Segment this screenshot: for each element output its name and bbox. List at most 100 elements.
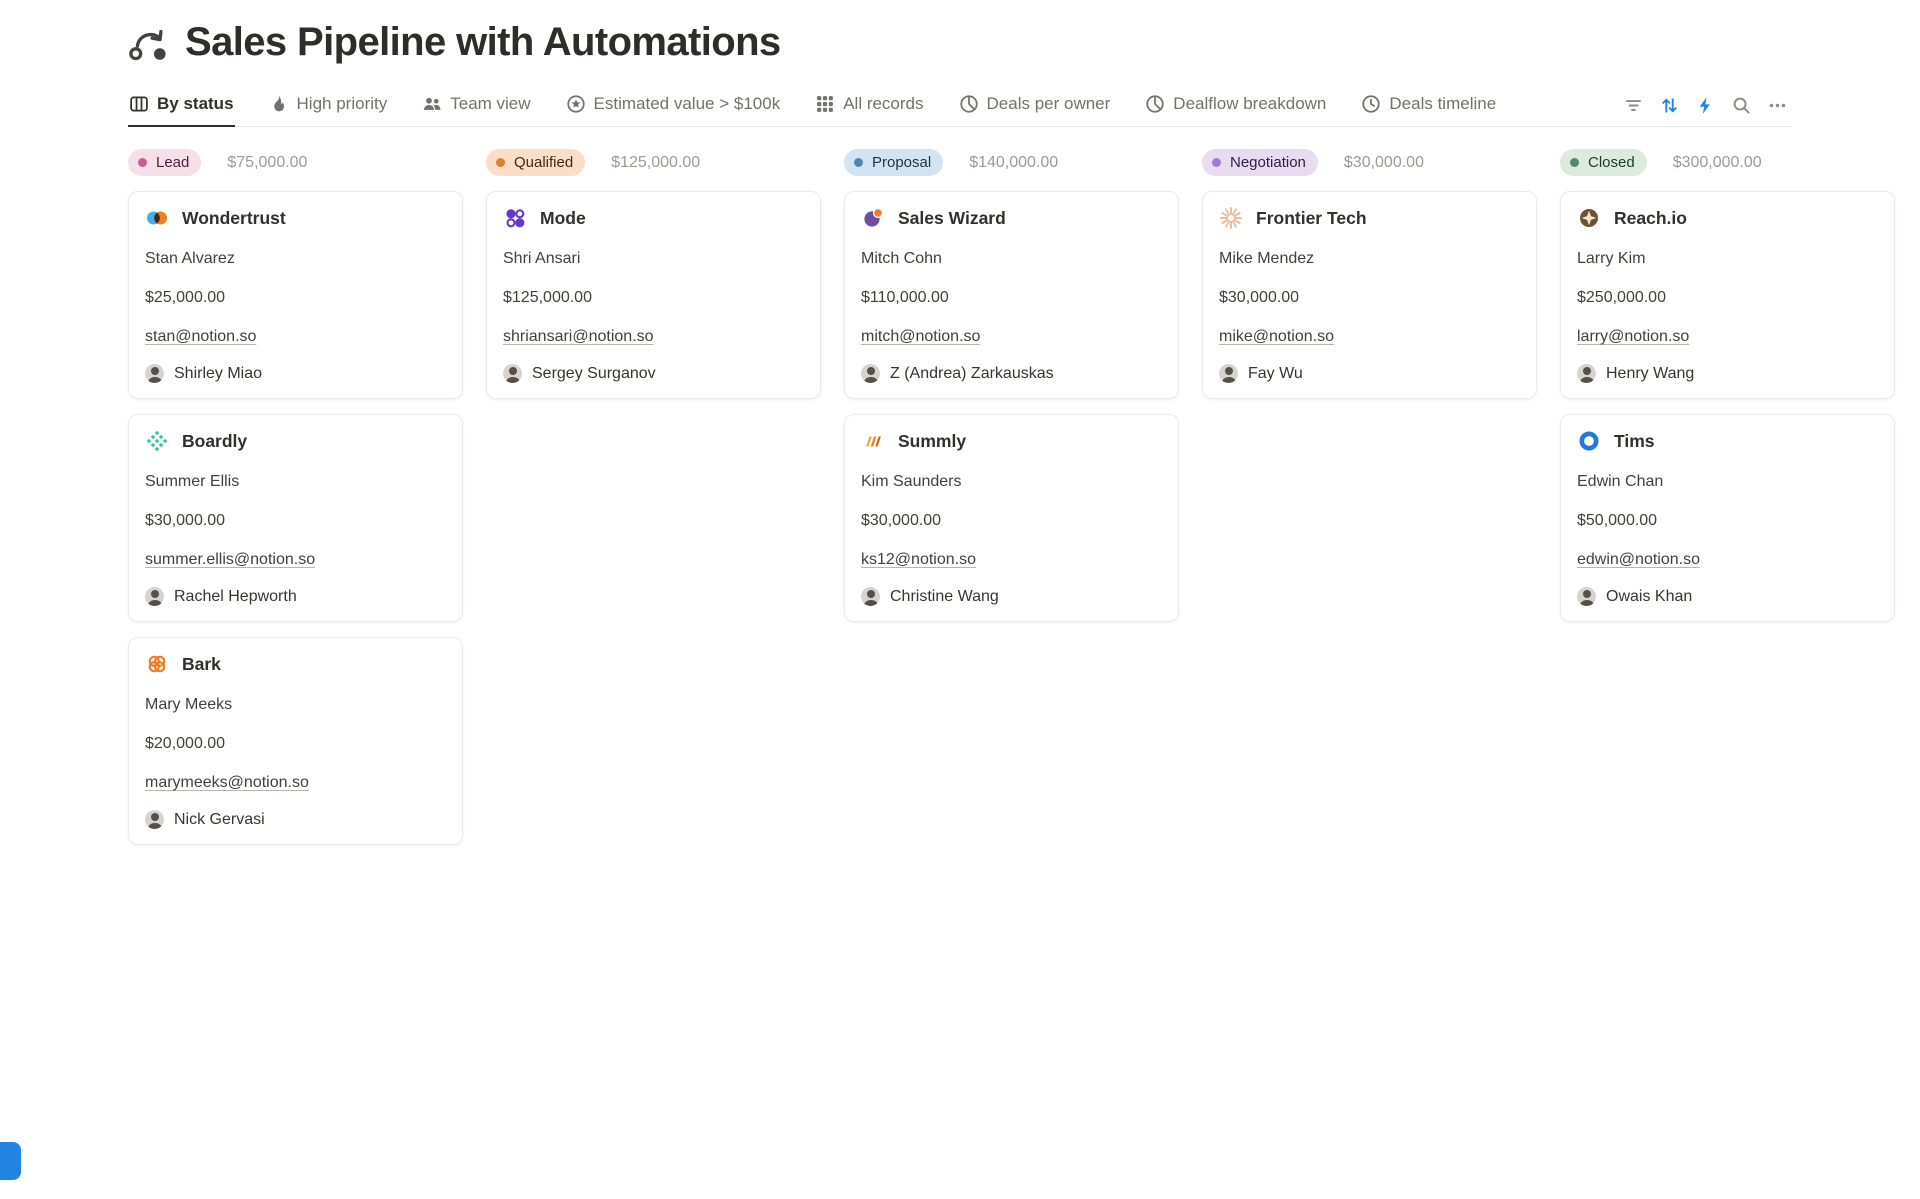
deal-amount: $25,000.00 [145, 287, 446, 308]
status-pill-negotiation[interactable]: Negotiation [1202, 149, 1318, 176]
tab-label: Deals timeline [1389, 94, 1496, 114]
owner-avatar [145, 810, 164, 829]
email-link[interactable]: shriansari@notion.so [503, 326, 654, 347]
ellipsis-icon[interactable] [1762, 91, 1792, 119]
column-lead: Lead $75,000.00 Wondertrust Stan Alvare [128, 149, 463, 860]
company-name: Mode [540, 208, 586, 229]
tab-deals-per-owner[interactable]: Deals per owner [958, 88, 1112, 127]
owner-name: Henry Wang [1606, 365, 1694, 383]
card-sales-wizard[interactable]: Sales Wizard Mitch Cohn $110,000.00 mitc… [844, 191, 1179, 399]
deal-amount: $30,000.00 [145, 510, 446, 531]
owner-name: Shirley Miao [174, 365, 262, 383]
email-link[interactable]: larry@notion.so [1577, 326, 1689, 347]
email-link[interactable]: ks12@notion.so [861, 549, 976, 570]
star-circle-icon [566, 94, 586, 114]
automation-arrow-icon [128, 22, 168, 62]
owner-avatar [1219, 364, 1238, 383]
company-name: Reach.io [1614, 208, 1687, 229]
card-mode[interactable]: Mode Shri Ansari $125,000.00 shriansari@… [486, 191, 821, 399]
people-icon [422, 94, 442, 114]
column-closed: Closed $300,000.00 Reach.io Larry Kim $2… [1560, 149, 1895, 637]
tab-dealflow-breakdown[interactable]: Dealflow breakdown [1144, 88, 1327, 127]
email-link[interactable]: mitch@notion.so [861, 326, 980, 347]
status-dot [138, 158, 147, 167]
sort-icon[interactable] [1654, 91, 1684, 119]
column-header: Lead $75,000.00 [128, 149, 463, 176]
board-icon [129, 94, 149, 114]
owner-avatar [145, 587, 164, 606]
owner-name: Sergey Surganov [532, 365, 656, 383]
kanban-board: Lead $75,000.00 Wondertrust Stan Alvare [128, 149, 1896, 860]
view-toolbar [1618, 91, 1792, 126]
contact-name: Shri Ansari [503, 248, 804, 269]
email-link[interactable]: marymeeks@notion.so [145, 772, 309, 793]
summly-logo [861, 429, 885, 453]
deal-amount: $250,000.00 [1577, 287, 1878, 308]
owner-name: Fay Wu [1248, 365, 1303, 383]
contact-name: Stan Alvarez [145, 248, 446, 269]
contact-name: Kim Saunders [861, 471, 1162, 492]
company-name: Boardly [182, 431, 247, 452]
column-total: $140,000.00 [969, 154, 1058, 172]
company-name: Bark [182, 654, 221, 675]
email-link[interactable]: edwin@notion.so [1577, 549, 1700, 570]
tab-all-records[interactable]: All records [814, 88, 924, 127]
column-total: $300,000.00 [1673, 154, 1762, 172]
email-link[interactable]: stan@notion.so [145, 326, 256, 347]
company-name: Summly [898, 431, 966, 452]
card-boardly[interactable]: Boardly Summer Ellis $30,000.00 summer.e… [128, 414, 463, 622]
tab-label: Deals per owner [987, 94, 1111, 114]
deal-amount: $30,000.00 [1219, 287, 1520, 308]
column-header: Closed $300,000.00 [1560, 149, 1895, 176]
column-header: Proposal $140,000.00 [844, 149, 1179, 176]
deal-amount: $50,000.00 [1577, 510, 1878, 531]
column-proposal: Proposal $140,000.00 Sales Wizard Mitch … [844, 149, 1179, 637]
search-icon[interactable] [1726, 91, 1756, 119]
pie-chart-icon [1145, 94, 1165, 114]
tab-label: Estimated value > $100k [594, 94, 781, 114]
column-negotiation: Negotiation $30,000.00 [1202, 149, 1537, 414]
email-link[interactable]: mike@notion.so [1219, 326, 1334, 347]
status-pill-qualified[interactable]: Qualified [486, 149, 585, 176]
tab-deals-timeline[interactable]: Deals timeline [1360, 88, 1497, 127]
docked-assistant-button[interactable] [0, 1142, 21, 1180]
tab-label: High priority [297, 94, 388, 114]
owner-name: Nick Gervasi [174, 811, 265, 829]
deal-amount: $30,000.00 [861, 510, 1162, 531]
contact-name: Mike Mendez [1219, 248, 1520, 269]
column-total: $30,000.00 [1344, 154, 1424, 172]
owner-avatar [1577, 587, 1596, 606]
bark-logo [145, 652, 169, 676]
wondertrust-logo [145, 206, 169, 230]
status-pill-proposal[interactable]: Proposal [844, 149, 943, 176]
tab-high-priority[interactable]: High priority [268, 88, 389, 127]
reachio-logo [1577, 206, 1601, 230]
view-tabbar: By status High priority Team view Estima… [128, 88, 1792, 127]
filter-icon[interactable] [1618, 91, 1648, 119]
card-tims[interactable]: Tims Edwin Chan $50,000.00 edwin@notion.… [1560, 414, 1895, 622]
clock-icon [1361, 94, 1381, 114]
status-pill-closed[interactable]: Closed [1560, 149, 1647, 176]
card-frontier-tech[interactable]: Frontier Tech Mike Mendez $30,000.00 mik… [1202, 191, 1537, 399]
column-qualified: Qualified $125,000.00 Mode [486, 149, 821, 414]
lightning-icon[interactable] [1690, 91, 1720, 119]
company-name: Tims [1614, 431, 1655, 452]
owner-name: Rachel Hepworth [174, 588, 297, 606]
card-summly[interactable]: Summly Kim Saunders $30,000.00 ks12@noti… [844, 414, 1179, 622]
card-wondertrust[interactable]: Wondertrust Stan Alvarez $25,000.00 stan… [128, 191, 463, 399]
owner-name: Christine Wang [890, 588, 999, 606]
column-header: Qualified $125,000.00 [486, 149, 821, 176]
sales-wizard-logo [861, 206, 885, 230]
card-reachio[interactable]: Reach.io Larry Kim $250,000.00 larry@not… [1560, 191, 1895, 399]
status-pill-lead[interactable]: Lead [128, 149, 201, 176]
page-title: Sales Pipeline with Automations [185, 20, 781, 65]
tab-by-status[interactable]: By status [128, 88, 235, 127]
tab-estimated-value[interactable]: Estimated value > $100k [565, 88, 782, 127]
deal-amount: $20,000.00 [145, 733, 446, 754]
owner-avatar [503, 364, 522, 383]
tab-team-view[interactable]: Team view [421, 88, 531, 127]
card-bark[interactable]: Bark Mary Meeks $20,000.00 marymeeks@not… [128, 637, 463, 845]
owner-avatar [861, 364, 880, 383]
email-link[interactable]: summer.ellis@notion.so [145, 549, 315, 570]
status-dot [1570, 158, 1579, 167]
